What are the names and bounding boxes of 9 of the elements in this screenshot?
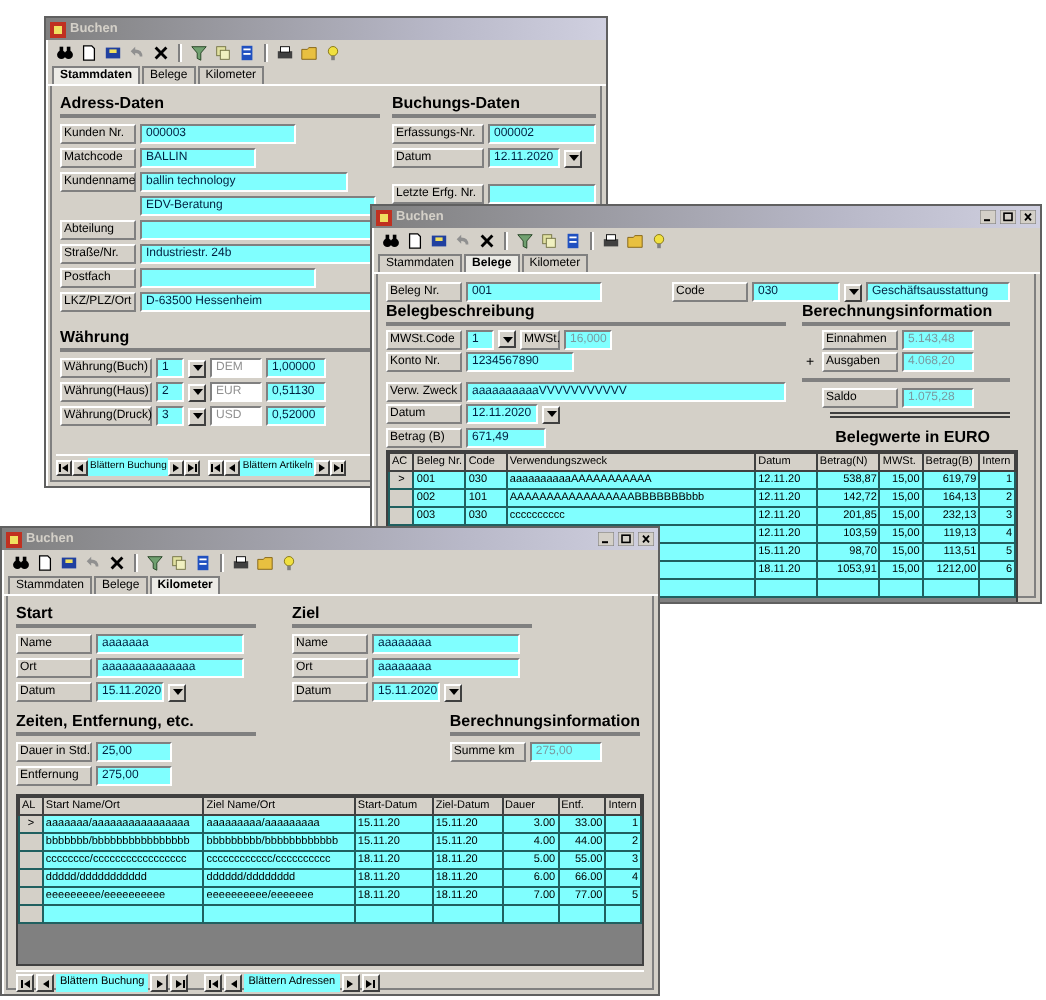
section-heading: Berechnungsinformation: [449, 712, 640, 736]
section-heading: Zeiten, Entfernung, etc.: [16, 712, 256, 736]
section-heading: Belegbeschreibung: [386, 302, 786, 326]
section-heading: Adress-Daten: [60, 94, 380, 118]
section-heading: Ziel: [292, 604, 532, 628]
section-heading: Berechnungsinformation: [802, 302, 1010, 326]
section-heading: Buchungs-Daten: [392, 94, 596, 118]
section-heading: Belegwerte in EURO: [835, 427, 990, 445]
section-heading: Start: [16, 604, 256, 628]
